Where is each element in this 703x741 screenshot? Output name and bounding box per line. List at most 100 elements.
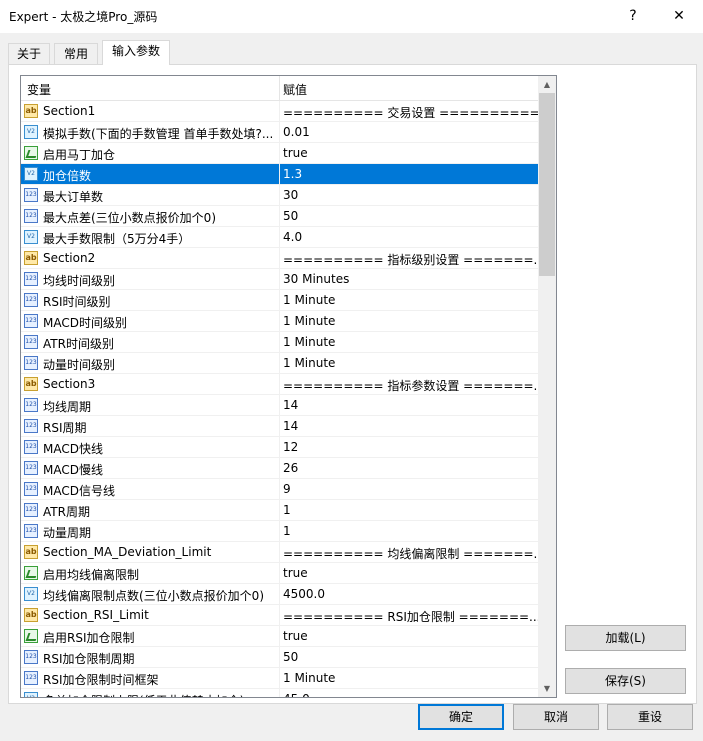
table-row[interactable]: ab Section1 ========== 交易设置 ========== [21, 101, 538, 122]
table-row[interactable]: ab Section_RSI_Limit ========== RSI加仓限制 ==… [21, 605, 538, 626]
close-button[interactable]: ✕ [664, 4, 694, 28]
variable-cell[interactable]: 123 最大点差(三位小数点报价加个0) [21, 206, 280, 226]
variable-cell[interactable]: 123 MACD信号线 [21, 479, 280, 499]
variable-cell[interactable]: 123 MACD慢线 [21, 458, 280, 478]
cancel-button[interactable]: 取消 [513, 704, 599, 730]
value-cell[interactable]: 30 Minutes [280, 269, 538, 289]
tab-inputs[interactable]: 输入参数 [102, 40, 170, 65]
header-variable[interactable]: 变量 [27, 81, 51, 98]
value-cell[interactable]: 4500.0 [280, 584, 538, 604]
variable-cell[interactable]: 启用马丁加仓 [21, 143, 280, 163]
value-cell[interactable]: true [280, 563, 538, 583]
table-row[interactable]: 123 最大点差(三位小数点报价加个0) 50 [21, 206, 538, 227]
variable-cell[interactable]: 123 MACD快线 [21, 437, 280, 457]
header-value[interactable]: 赋值 [283, 81, 307, 98]
variable-cell[interactable]: 123 MACD时间级别 [21, 311, 280, 331]
variable-cell[interactable]: ab Section3 [21, 374, 280, 394]
table-row[interactable]: 123 动量时间级别 1 Minute [21, 353, 538, 374]
table-row[interactable]: ab Section3 ========== 指标参数设置 =======... [21, 374, 538, 395]
table-row[interactable]: V2 加仓倍数 1.3 [21, 164, 538, 185]
table-row[interactable]: 123 MACD慢线 26 [21, 458, 538, 479]
table-row[interactable]: 123 MACD快线 12 [21, 437, 538, 458]
value-cell[interactable]: 1.3 [280, 164, 538, 184]
value-cell[interactable]: 9 [280, 479, 538, 499]
variable-cell[interactable]: 123 RSI周期 [21, 416, 280, 436]
variable-cell[interactable]: 启用RSI加仓限制 [21, 626, 280, 646]
value-cell[interactable]: 30 [280, 185, 538, 205]
scrollbar-thumb[interactable] [539, 93, 555, 276]
table-row[interactable]: V2 均线偏离限制点数(三位小数点报价加个0) 4500.0 [21, 584, 538, 605]
table-row[interactable]: 123 RSI时间级别 1 Minute [21, 290, 538, 311]
value-cell[interactable]: 1 Minute [280, 332, 538, 352]
table-row[interactable]: 123 MACD时间级别 1 Minute [21, 311, 538, 332]
help-button[interactable]: ? [618, 4, 648, 28]
table-row[interactable]: 123 最大订单数 30 [21, 185, 538, 206]
table-row[interactable]: 123 ATR周期 1 [21, 500, 538, 521]
table-row[interactable]: 123 MACD信号线 9 [21, 479, 538, 500]
save-button[interactable]: 保存(S) [565, 668, 686, 694]
table-row[interactable]: 启用RSI加仓限制 true [21, 626, 538, 647]
variable-cell[interactable]: 123 RSI加仓限制时间框架 [21, 668, 280, 688]
value-cell[interactable]: ========== RSI加仓限制 =======... [280, 605, 538, 625]
value-cell[interactable]: ========== 均线偏离限制 =======... [280, 542, 538, 562]
table-row[interactable]: 123 RSI周期 14 [21, 416, 538, 437]
table-row[interactable]: ab Section_MA_Deviation_Limit ========== 均… [21, 542, 538, 563]
value-cell[interactable]: true [280, 143, 538, 163]
tab-about[interactable]: 关于 [8, 43, 50, 65]
table-row[interactable]: V2 模拟手数(下面的手数管理 首单手数处填?... 0.01 [21, 122, 538, 143]
table-row[interactable]: 123 ATR时间级别 1 Minute [21, 332, 538, 353]
value-cell[interactable]: 50 [280, 206, 538, 226]
table-row[interactable]: V2 最大手数限制（5万分4手） 4.0 [21, 227, 538, 248]
value-cell[interactable]: 12 [280, 437, 538, 457]
value-cell[interactable]: 4.0 [280, 227, 538, 247]
variable-cell[interactable]: ab Section_RSI_Limit [21, 605, 280, 625]
reset-button[interactable]: 重设 [607, 704, 693, 730]
vertical-scrollbar[interactable]: ▲ ▼ [538, 76, 556, 697]
variable-cell[interactable]: 123 均线周期 [21, 395, 280, 415]
variable-cell[interactable]: V2 最大手数限制（5万分4手） [21, 227, 280, 247]
value-cell[interactable]: 26 [280, 458, 538, 478]
variable-cell[interactable]: 123 均线时间级别 [21, 269, 280, 289]
value-cell[interactable]: 50 [280, 647, 538, 667]
variable-cell[interactable]: 启用均线偏离限制 [21, 563, 280, 583]
header-divider[interactable] [279, 76, 280, 100]
variable-cell[interactable]: 123 最大订单数 [21, 185, 280, 205]
value-cell[interactable]: 1 [280, 500, 538, 520]
value-cell[interactable]: 14 [280, 416, 538, 436]
variable-cell[interactable]: V2 均线偏离限制点数(三位小数点报价加个0) [21, 584, 280, 604]
variable-cell[interactable]: 123 ATR时间级别 [21, 332, 280, 352]
variable-cell[interactable]: 123 RSI时间级别 [21, 290, 280, 310]
table-row[interactable]: 123 RSI加仓限制周期 50 [21, 647, 538, 668]
table-row[interactable]: ab Section2 ========== 指标级别设置 =======... [21, 248, 538, 269]
value-cell[interactable]: 0.01 [280, 122, 538, 142]
variable-cell[interactable]: V2 加仓倍数 [21, 164, 280, 184]
table-row[interactable]: 123 均线周期 14 [21, 395, 538, 416]
variable-cell[interactable]: ab Section1 [21, 101, 280, 121]
table-row[interactable]: 启用马丁加仓 true [21, 143, 538, 164]
value-cell[interactable]: 45.0 [280, 689, 538, 697]
table-row[interactable]: 123 均线时间级别 30 Minutes [21, 269, 538, 290]
value-cell[interactable]: 1 Minute [280, 311, 538, 331]
value-cell[interactable]: 1 Minute [280, 668, 538, 688]
value-cell[interactable]: ========== 指标级别设置 =======... [280, 248, 538, 268]
variable-cell[interactable]: 123 ATR周期 [21, 500, 280, 520]
table-row[interactable]: 123 动量周期 1 [21, 521, 538, 542]
ok-button[interactable]: 确定 [418, 704, 504, 730]
value-cell[interactable]: ========== 交易设置 ========== [280, 101, 538, 121]
variable-cell[interactable]: ab Section_MA_Deviation_Limit [21, 542, 280, 562]
variable-cell[interactable]: V2 多单加仓限制上限(低于此值禁止加仓) [21, 689, 280, 697]
table-row[interactable]: 123 RSI加仓限制时间框架 1 Minute [21, 668, 538, 689]
value-cell[interactable]: 1 [280, 521, 538, 541]
value-cell[interactable]: ========== 指标参数设置 =======... [280, 374, 538, 394]
value-cell[interactable]: 14 [280, 395, 538, 415]
scroll-up-icon[interactable]: ▲ [538, 76, 556, 93]
value-cell[interactable]: 1 Minute [280, 290, 538, 310]
table-row[interactable]: 启用均线偏离限制 true [21, 563, 538, 584]
variable-cell[interactable]: 123 RSI加仓限制周期 [21, 647, 280, 667]
table-row[interactable]: V2 多单加仓限制上限(低于此值禁止加仓) 45.0 [21, 689, 538, 697]
variable-cell[interactable]: ab Section2 [21, 248, 280, 268]
tab-common[interactable]: 常用 [54, 43, 98, 65]
value-cell[interactable]: true [280, 626, 538, 646]
variable-cell[interactable]: 123 动量时间级别 [21, 353, 280, 373]
value-cell[interactable]: 1 Minute [280, 353, 538, 373]
